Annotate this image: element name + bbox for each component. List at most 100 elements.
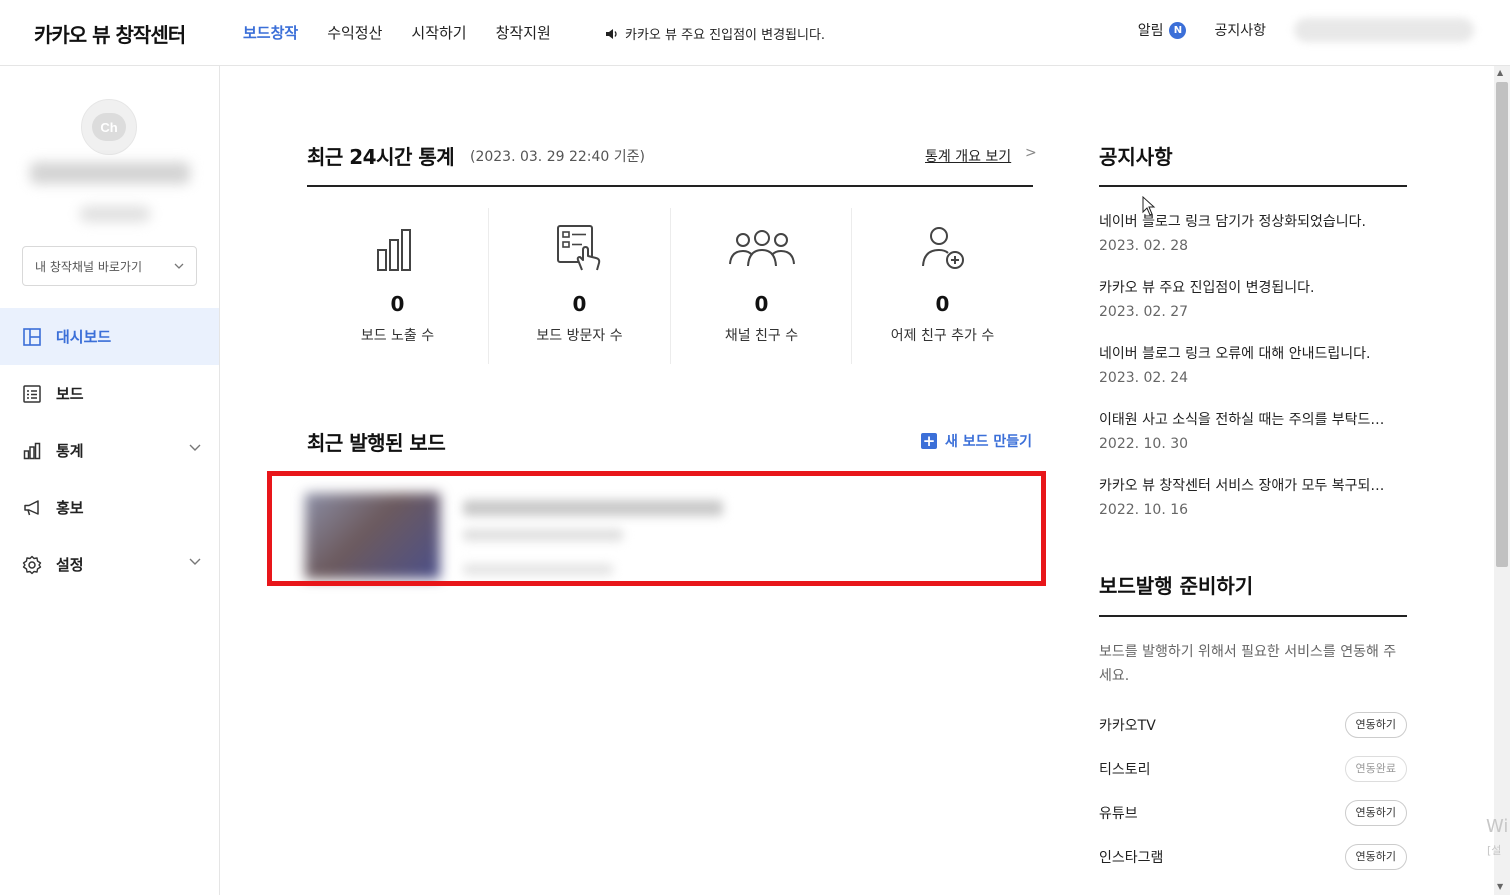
notice-date: 2023. 02. 24 (1099, 370, 1189, 386)
stat-value: 0 (572, 292, 587, 316)
nav-settlement[interactable]: 수익정산 (327, 22, 382, 43)
notice-item[interactable]: 이태원 사고 소식을 전하실 때는 주의를 부탁드… 2022. 10. 30 (1099, 410, 1407, 476)
sidebar: Ch 내 창작채널 바로가기 대시보드 보드 통계 홍보 설정 (0, 66, 220, 895)
scrollbar-thumb[interactable] (1496, 82, 1508, 567)
service-name: 티스토리 (1099, 762, 1151, 778)
alarm-label: 알림 (1137, 23, 1164, 39)
scroll-down-arrow-icon[interactable]: ▼ (1497, 882, 1503, 891)
new-board-button[interactable]: + 새 보드 만들기 (921, 431, 1032, 451)
scroll-up-arrow-icon[interactable]: ▲ (1497, 68, 1503, 77)
plus-icon: + (921, 432, 937, 450)
windows-activation-watermark-sub: [설 (1487, 844, 1502, 857)
stat-card-channel-friends: 0 채널 친구 수 (671, 208, 852, 364)
sidebar-item-label: 설정 (56, 556, 84, 574)
new-board-label: 새 보드 만들기 (945, 434, 1033, 450)
channel-info-blurred (80, 206, 150, 222)
notice-item[interactable]: 네이버 블로그 링크 담기가 정상화되었습니다. 2023. 02. 28 (1099, 212, 1407, 278)
notice-divider (1099, 185, 1407, 187)
sidebar-item-dashboard[interactable]: 대시보드 (0, 308, 219, 365)
notice-section-title: 공지사항 (1099, 145, 1173, 169)
nav-getting-started[interactable]: 시작하기 (411, 22, 466, 43)
app-logo[interactable]: 카카오 뷰 창작센터 (34, 19, 186, 48)
dashboard-icon (22, 327, 42, 347)
add-friend-icon (921, 227, 964, 269)
ticker-text: 카카오 뷰 주요 진입점이 변경됩니다. (625, 28, 826, 43)
megaphone-icon (22, 498, 42, 518)
notice-list: 네이버 블로그 링크 담기가 정상화되었습니다. 2023. 02. 28 카카… (1099, 212, 1407, 542)
nav-board-create[interactable]: 보드창작 (243, 22, 298, 43)
stats-title: 최근 24시간 통계 (307, 145, 455, 169)
channel-shortcut-select[interactable]: 내 창작채널 바로가기 (22, 246, 197, 286)
chevron-right-icon: > (1025, 145, 1037, 161)
notice-title: 카카오 뷰 창작센터 서비스 장애가 모두 복구되… (1099, 478, 1385, 494)
service-link-row: 인스타그램 연동하기 (1099, 844, 1407, 870)
sidebar-item-label: 보드 (56, 385, 84, 403)
sidebar-item-board[interactable]: 보드 (0, 365, 219, 422)
sidebar-item-label: 홍보 (56, 499, 84, 517)
prep-description: 보드를 발행하기 위해서 필요한 서비스를 연동해 주세요. (1099, 644, 1397, 684)
global-nav: 보드창작 수익정산 시작하기 창작지원 (243, 22, 580, 43)
service-link-row: 유튜브 연동하기 (1099, 800, 1407, 826)
chevron-down-icon (189, 558, 201, 565)
header-notice-link[interactable]: 공지사항 (1214, 20, 1266, 40)
stats-date: (2023. 03. 29 22:40 기준) (470, 149, 645, 165)
alarm-button[interactable]: 알림 N (1138, 20, 1187, 40)
speaker-icon (606, 28, 617, 39)
stat-label: 보드 방문자 수 (536, 328, 623, 344)
mouse-cursor-icon (1142, 196, 1156, 216)
channel-name-blurred (30, 162, 190, 184)
connected-button[interactable]: 연동완료 (1344, 756, 1407, 782)
channel-avatar: Ch (81, 99, 137, 155)
group-icon (728, 230, 795, 267)
nav-creator-support[interactable]: 창작지원 (496, 22, 551, 43)
notice-item[interactable]: 카카오 뷰 창작센터 서비스 장애가 모두 복구되… 2022. 10. 16 (1099, 476, 1407, 542)
highlight-box (267, 471, 1046, 586)
stat-card-board-impressions: 0 보드 노출 수 (307, 208, 488, 364)
stat-label: 어제 친구 추가 수 (890, 328, 995, 344)
service-link-row: 카카오TV 연동하기 (1099, 712, 1407, 738)
top-header: 카카오 뷰 창작센터 보드창작 수익정산 시작하기 창작지원 카카오 뷰 주요 … (0, 0, 1510, 66)
list-icon (22, 384, 42, 404)
connect-button[interactable]: 연동하기 (1344, 712, 1407, 738)
new-badge: N (1169, 21, 1187, 39)
notice-title: 네이버 블로그 링크 오류에 대해 안내드립니다. (1099, 346, 1371, 362)
prep-divider (1099, 615, 1407, 617)
account-info-blurred[interactable] (1294, 18, 1474, 42)
sidebar-menu: 대시보드 보드 통계 홍보 설정 (0, 308, 219, 593)
notice-item[interactable]: 네이버 블로그 링크 오류에 대해 안내드립니다. 2023. 02. 24 (1099, 344, 1407, 410)
stat-value: 0 (390, 292, 405, 316)
bar-chart-icon (22, 441, 42, 461)
service-name: 카카오TV (1099, 718, 1156, 734)
channel-select-label: 내 창작채널 바로가기 (35, 259, 142, 274)
sidebar-item-settings[interactable]: 설정 (0, 536, 219, 593)
stat-value: 0 (754, 292, 769, 316)
header-right: 알림 N 공지사항 (1138, 18, 1474, 42)
connect-button[interactable]: 연동하기 (1344, 844, 1407, 870)
stat-card-board-visitors: 0 보드 방문자 수 (489, 208, 670, 364)
notice-title: 이태원 사고 소식을 전하실 때는 주의를 부탁드… (1099, 412, 1385, 428)
notice-date: 2023. 02. 27 (1099, 304, 1189, 320)
sidebar-item-label: 대시보드 (56, 328, 112, 346)
stats-overview-link[interactable]: 통계 개요 보기 (925, 146, 1011, 166)
notice-item[interactable]: 카카오 뷰 주요 진입점이 변경됩니다. 2023. 02. 27 (1099, 278, 1407, 344)
sidebar-item-label: 통계 (56, 442, 84, 460)
notice-title: 카카오 뷰 주요 진입점이 변경됩니다. (1099, 280, 1315, 296)
gear-icon (22, 555, 42, 575)
stat-label: 채널 친구 수 (724, 328, 799, 344)
chevron-down-icon (189, 444, 201, 451)
service-name: 유튜브 (1099, 806, 1138, 822)
touch-board-icon (556, 225, 600, 271)
channel-chat-icon: Ch (92, 113, 126, 141)
stat-value: 0 (935, 292, 950, 316)
bar-chart-icon (376, 229, 411, 271)
sidebar-item-stats[interactable]: 통계 (0, 422, 219, 479)
stats-divider (307, 185, 1033, 187)
service-name: 인스타그램 (1099, 850, 1164, 866)
notice-ticker[interactable]: 카카오 뷰 주요 진입점이 변경됩니다. (605, 24, 825, 43)
sidebar-item-promotion[interactable]: 홍보 (0, 479, 219, 536)
service-link-row: 티스토리 연동완료 (1099, 756, 1407, 782)
recent-boards-title: 최근 발행된 보드 (307, 431, 446, 455)
prep-section-title: 보드발행 준비하기 (1099, 574, 1254, 598)
notice-date: 2022. 10. 30 (1099, 436, 1189, 452)
connect-button[interactable]: 연동하기 (1344, 800, 1407, 826)
